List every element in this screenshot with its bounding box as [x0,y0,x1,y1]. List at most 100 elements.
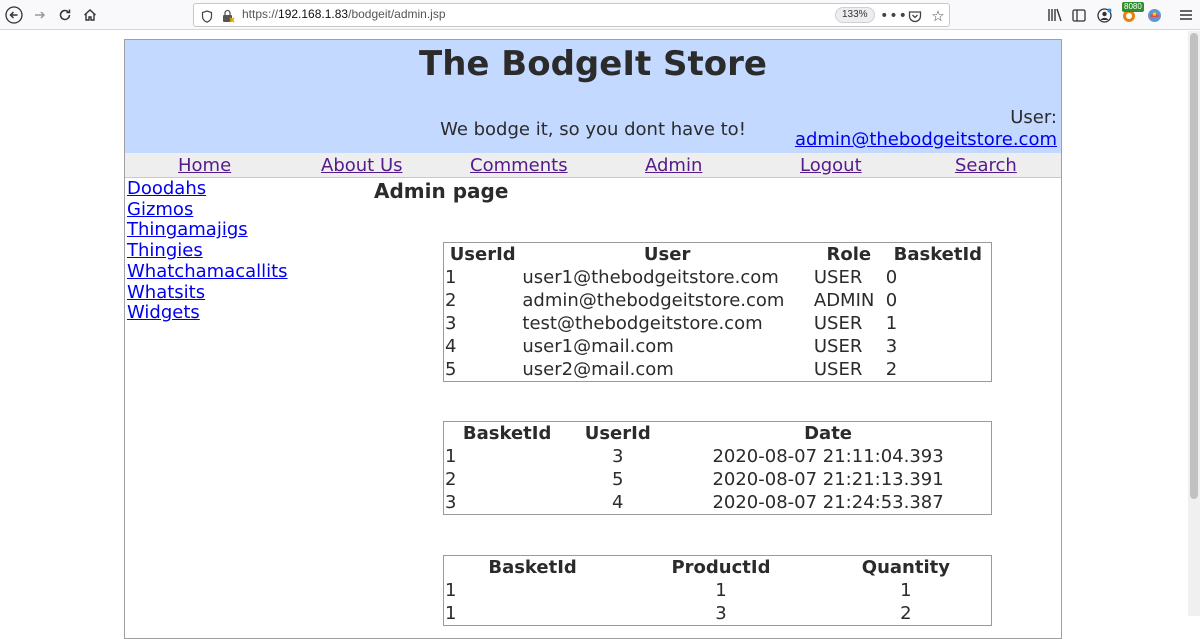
user-email-cell: user2@mail.com [522,358,674,380]
reload-button[interactable] [54,4,76,26]
table-row: 3 test@thebodgeitstore.com USER 1 [444,313,992,336]
basket-id-cell: 3 [885,336,898,357]
browser-toolbar: https://192.168.1.83/bodgeit/admin.jsp 1… [0,0,1200,30]
site-title: The BodgeIt Store [419,44,767,84]
user-label: User: [1010,107,1057,128]
column-header: Date [804,422,853,444]
account-icon [1096,7,1112,23]
user-email-link[interactable]: admin@thebodgeitstore.com [795,129,1057,150]
forward-arrow-icon [35,11,46,19]
bookmark-star-icon[interactable]: ☆ [930,7,946,25]
scrollbar-thumb[interactable] [1190,33,1198,499]
column-header: Quantity [861,556,950,578]
colorful-extension-icon [1147,8,1161,22]
basket-id-cell: 2 [445,469,457,490]
site-header: The BodgeIt Store We bodge it, so you do… [125,40,1061,153]
column-header: ProductId [671,556,771,578]
forward-button[interactable] [29,4,51,26]
date-cell: 2020-08-07 21:24:53.387 [712,491,944,513]
table-row: 2 5 2020-08-07 21:21:13.391 [444,469,992,492]
product-id-cell: 1 [715,580,727,601]
table-row: 3 4 2020-08-07 21:24:53.387 [444,492,992,515]
nav-home[interactable]: Home [178,155,231,176]
user-email-cell: user1@thebodgeitstore.com [522,267,779,288]
nav-logout[interactable]: Logout [800,155,862,176]
user-id-cell: 2 [445,290,457,311]
user-role-cell: ADMIN [813,290,875,311]
user-email-cell: user1@mail.com [522,336,674,357]
user-id-cell: 3 [611,446,624,467]
url-text[interactable]: https://192.168.1.83/bodgeit/admin.jsp [242,7,446,21]
quantity-cell: 2 [900,602,912,624]
library-button[interactable] [1044,4,1066,26]
table-row: 1 3 2020-08-07 21:11:04.393 [444,446,992,469]
url-scheme: https:// [242,7,279,21]
date-cell: 2020-08-07 21:21:13.391 [712,469,944,490]
main-navigation: Home About Us Comments Admin Logout Sear… [125,153,1061,178]
date-cell: 2020-08-07 21:11:04.393 [712,446,944,467]
users-table: UserId User Role BasketId 1 user1@thebod… [443,242,992,382]
category-whatchamacallits[interactable]: Whatchamacallits [127,261,367,283]
column-header: UserId [449,243,516,265]
insecure-lock-icon[interactable] [220,8,236,24]
zoom-level-badge[interactable]: 133% [835,7,875,23]
menu-button[interactable] [1175,4,1197,26]
category-thingamajigs[interactable]: Thingamajigs [127,220,367,241]
table-header-row: BasketId ProductId Quantity [444,556,992,580]
home-button[interactable] [79,4,101,26]
user-id-cell: 4 [445,336,457,357]
nav-about-us[interactable]: About Us [321,155,403,176]
table-row: 1 1 1 [444,580,992,603]
category-whatsits[interactable]: Whatsits [127,282,367,304]
page-scrollbar[interactable] [1188,31,1200,616]
basket-id-cell: 2 [885,358,898,380]
table-header-row: BasketId UserId Date [444,422,992,446]
url-bar[interactable]: https://192.168.1.83/bodgeit/admin.jsp 1… [193,3,950,27]
user-role-cell: USER [813,267,863,288]
back-arrow-icon [5,6,23,24]
extension-button[interactable] [1143,4,1165,26]
nav-search[interactable]: Search [955,155,1017,176]
basket-id-cell: 1 [445,580,457,601]
product-id-cell: 3 [715,602,727,624]
library-icon [1048,8,1062,22]
quantity-cell: 1 [900,580,912,601]
logged-in-user: User: admin@thebodgeitstore.com [795,107,1057,151]
column-header: BasketId [893,243,983,265]
page-actions-icon[interactable]: ••• [880,8,907,24]
baskets-table: BasketId UserId Date 1 3 2020-08-07 21:1… [443,421,992,515]
sidebar-toggle-button[interactable] [1068,4,1090,26]
table-row: 4 user1@mail.com USER 3 [444,336,992,359]
user-role-cell: USER [813,336,863,357]
user-role-cell: USER [813,313,863,334]
column-header: Role [826,243,872,265]
basket-id-cell: 0 [885,290,898,311]
user-id-cell: 3 [445,313,457,334]
basket-id-cell: 1 [445,602,457,624]
pocket-icon[interactable] [907,8,923,24]
shield-icon[interactable] [199,8,215,24]
table-row: 1 user1@thebodgeitstore.com USER 0 [444,267,992,290]
category-widgets[interactable]: Widgets [127,303,367,324]
reload-icon [59,9,71,21]
hamburger-menu-icon [1180,10,1192,20]
table-header-row: UserId User Role BasketId [444,243,992,267]
user-id-cell: 1 [445,267,457,288]
user-id-cell: 5 [445,358,457,380]
back-button[interactable] [3,4,25,26]
nav-admin[interactable]: Admin [645,155,702,176]
table-row: 2 admin@thebodgeitstore.com ADMIN 0 [444,290,992,313]
category-gizmos[interactable]: Gizmos [127,199,367,221]
user-email-cell: test@thebodgeitstore.com [522,313,763,334]
page-container: The BodgeIt Store We bodge it, so you do… [124,39,1062,639]
home-icon [84,9,96,21]
sidebar-icon [1072,8,1086,22]
category-sidebar: Doodahs Gizmos Thingamajigs Thingies Wha… [127,178,367,324]
account-button[interactable] [1093,4,1115,26]
nav-comments[interactable]: Comments [470,155,568,176]
column-header: User [643,243,691,265]
proxy-port-badge: 8080 [1122,2,1144,12]
category-doodahs[interactable]: Doodahs [127,178,367,200]
column-header: BasketId [462,422,552,444]
category-thingies[interactable]: Thingies [127,240,367,262]
